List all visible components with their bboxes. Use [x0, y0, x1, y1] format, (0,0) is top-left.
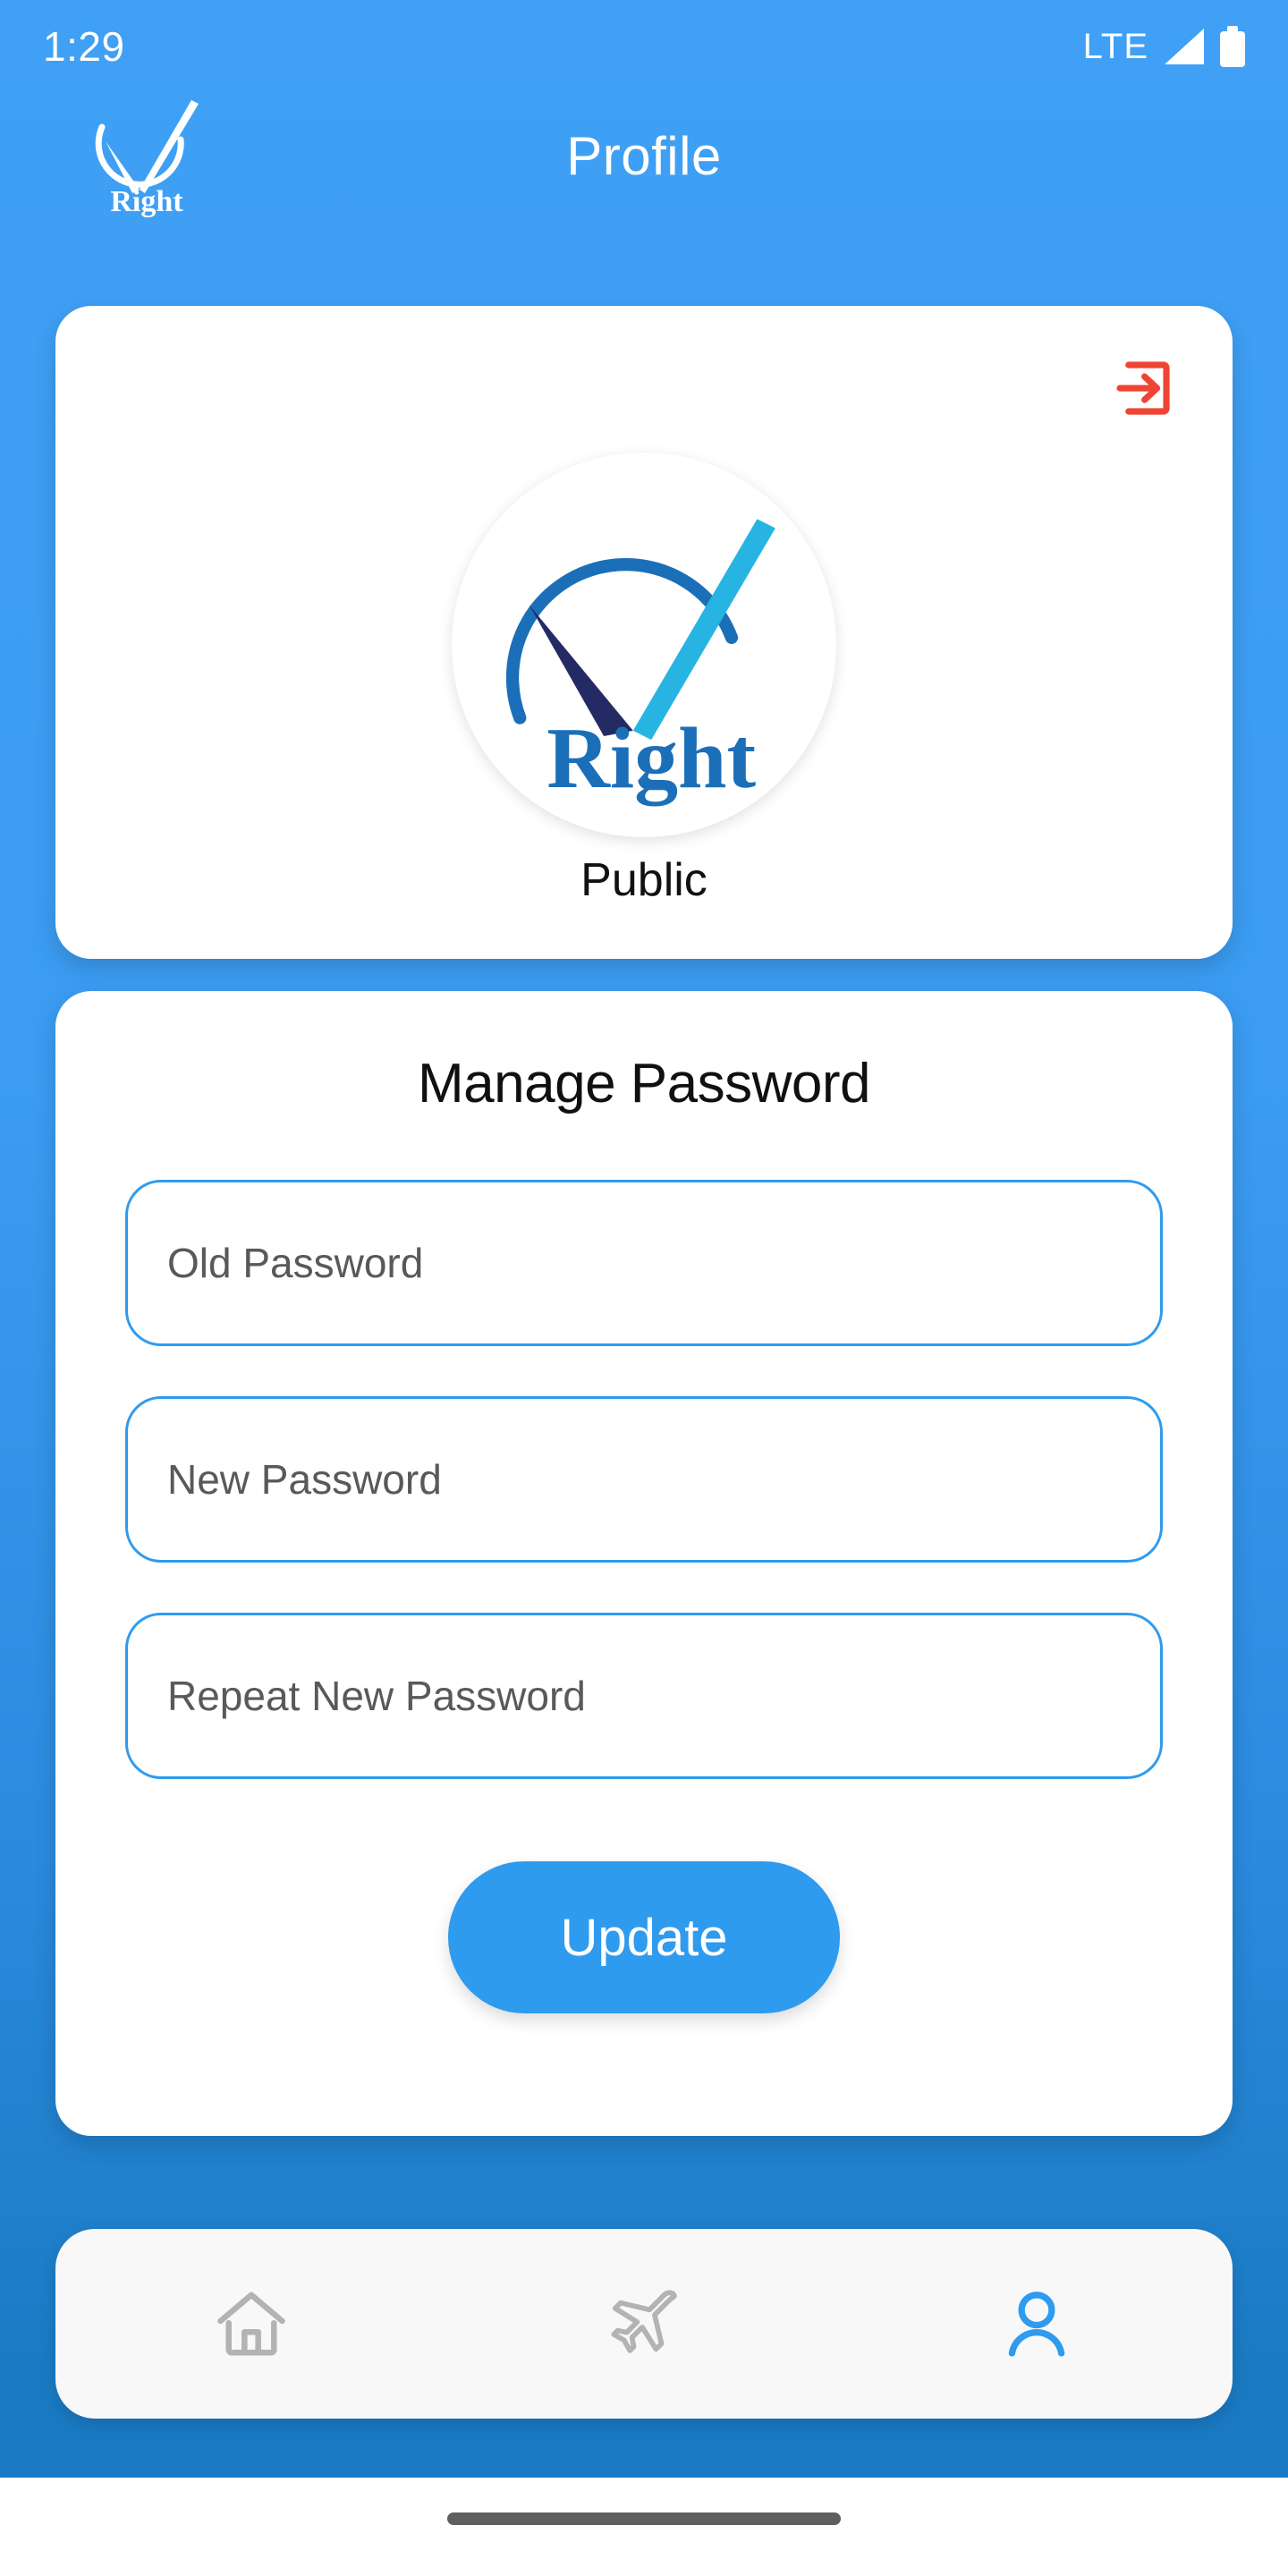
home-icon	[217, 2292, 286, 2356]
system-gesture-area	[0, 2478, 1288, 2576]
person-icon	[1008, 2292, 1064, 2357]
right-brand-avatar-logo: Right	[462, 462, 826, 827]
new-password-placeholder: New Password	[167, 1456, 442, 1503]
logout-icon	[1116, 361, 1170, 415]
update-row: Update	[55, 1861, 1233, 2013]
bottom-navigation-bar	[55, 2229, 1233, 2419]
update-button[interactable]: Update	[448, 1861, 840, 2013]
new-password-field[interactable]: New Password	[125, 1396, 1163, 1563]
manage-password-title: Manage Password	[418, 1053, 871, 1114]
status-bar-network-label: LTE	[1082, 26, 1148, 66]
profile-name: Public	[580, 854, 708, 906]
nav-item-flights[interactable]	[448, 2229, 841, 2419]
repeat-new-password-placeholder: Repeat New Password	[167, 1673, 586, 1719]
avatar: Right	[452, 453, 836, 837]
password-fields: Old Password New Password Repeat New Pas…	[55, 1180, 1233, 1779]
nav-item-profile[interactable]	[840, 2229, 1233, 2419]
app-screen: 1:29 LTE Right Profile Right Public Mana…	[0, 0, 1288, 2576]
old-password-placeholder: Old Password	[167, 1240, 424, 1286]
status-bar-indicators: LTE	[1083, 26, 1245, 67]
nav-item-home[interactable]	[55, 2229, 448, 2419]
svg-text:Right: Right	[110, 185, 183, 218]
profile-card: Right Public	[55, 306, 1233, 959]
signal-bars-icon	[1165, 29, 1204, 64]
battery-full-icon	[1220, 26, 1245, 67]
repeat-new-password-field[interactable]: Repeat New Password	[125, 1613, 1163, 1779]
page-title: Profile	[566, 126, 722, 186]
status-bar-time: 1:29	[43, 23, 125, 70]
logout-button[interactable]	[1104, 349, 1182, 428]
old-password-field[interactable]: Old Password	[125, 1180, 1163, 1346]
airplane-icon	[611, 2290, 677, 2353]
svg-text:Right: Right	[547, 710, 756, 807]
app-header: Right Profile	[0, 93, 1288, 240]
manage-password-card: Manage Password Old Password New Passwor…	[55, 991, 1233, 2136]
gesture-handle[interactable]	[447, 2512, 841, 2525]
